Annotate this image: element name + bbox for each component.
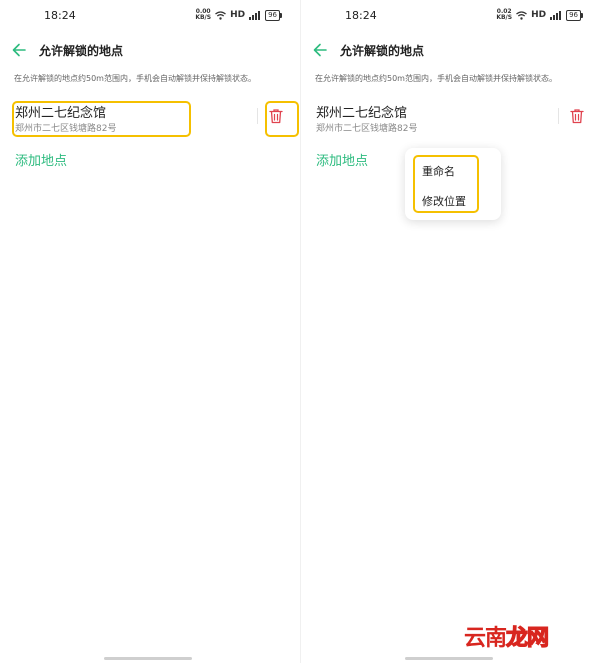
hd-label: HD [230,10,246,20]
net-speed: 0.02 KB/S [496,8,513,21]
screen-right: 18:24 0.02 KB/S HD 96 允许解锁的地点 在允许解锁的地点约5… [301,0,600,663]
back-arrow-icon[interactable] [10,40,30,60]
status-icons: 0.00 KB/S HD 96 [195,8,282,21]
status-time: 18:24 [44,9,76,22]
back-arrow-icon[interactable] [311,40,331,60]
add-location-button[interactable]: 添加地点 [316,150,368,169]
hd-label: HD [531,10,547,20]
title-bar: 允许解锁的地点 [0,36,300,64]
battery-icon: 96 [566,9,583,21]
net-speed: 0.00 KB/S [195,8,212,21]
item-divider [257,108,258,124]
home-indicator [104,657,192,660]
battery-icon: 96 [265,9,282,21]
add-location-button[interactable]: 添加地点 [15,150,67,169]
location-name: 郑州二七纪念馆 [15,106,107,121]
item-divider [558,108,559,124]
location-item[interactable]: 郑州二七纪念馆 郑州市二七区钱塘路82号 [301,98,600,138]
watermark-logo: 云南龙网 [464,625,550,651]
location-item[interactable]: 郑州二七纪念馆 郑州市二七区钱塘路82号 [0,98,300,138]
status-icons: 0.02 KB/S HD 96 [496,8,583,21]
title-bar: 允许解锁的地点 [301,36,600,64]
menu-item-edit-location[interactable]: 修改位置 [422,193,466,209]
description-text: 在允许解锁的地点约50m范围内，手机会自动解锁并保持解锁状态。 [14,74,256,83]
wifi-icon [516,10,527,20]
status-time: 18:24 [345,9,377,22]
wifi-icon [215,10,226,20]
trash-icon[interactable] [267,107,285,125]
location-name: 郑州二七纪念馆 [316,106,408,121]
screen-left: 18:24 0.00 KB/S HD 96 允许解锁的地点 在允许解锁的地点约5… [0,0,300,663]
page-title: 允许解锁的地点 [340,44,425,58]
page-title: 允许解锁的地点 [39,44,124,58]
signal-icon [249,10,261,20]
home-indicator [405,657,493,660]
menu-item-rename[interactable]: 重命名 [422,163,455,179]
signal-icon [550,10,562,20]
description-text: 在允许解锁的地点约50m范围内，手机会自动解锁并保持解锁状态。 [315,74,557,83]
trash-icon[interactable] [568,107,586,125]
location-address: 郑州市二七区钱塘路82号 [316,124,418,134]
status-bar: 18:24 0.02 KB/S HD 96 [301,0,600,30]
status-bar: 18:24 0.00 KB/S HD 96 [0,0,300,30]
location-address: 郑州市二七区钱塘路82号 [15,124,117,134]
context-menu: 重命名 修改位置 [405,148,501,220]
